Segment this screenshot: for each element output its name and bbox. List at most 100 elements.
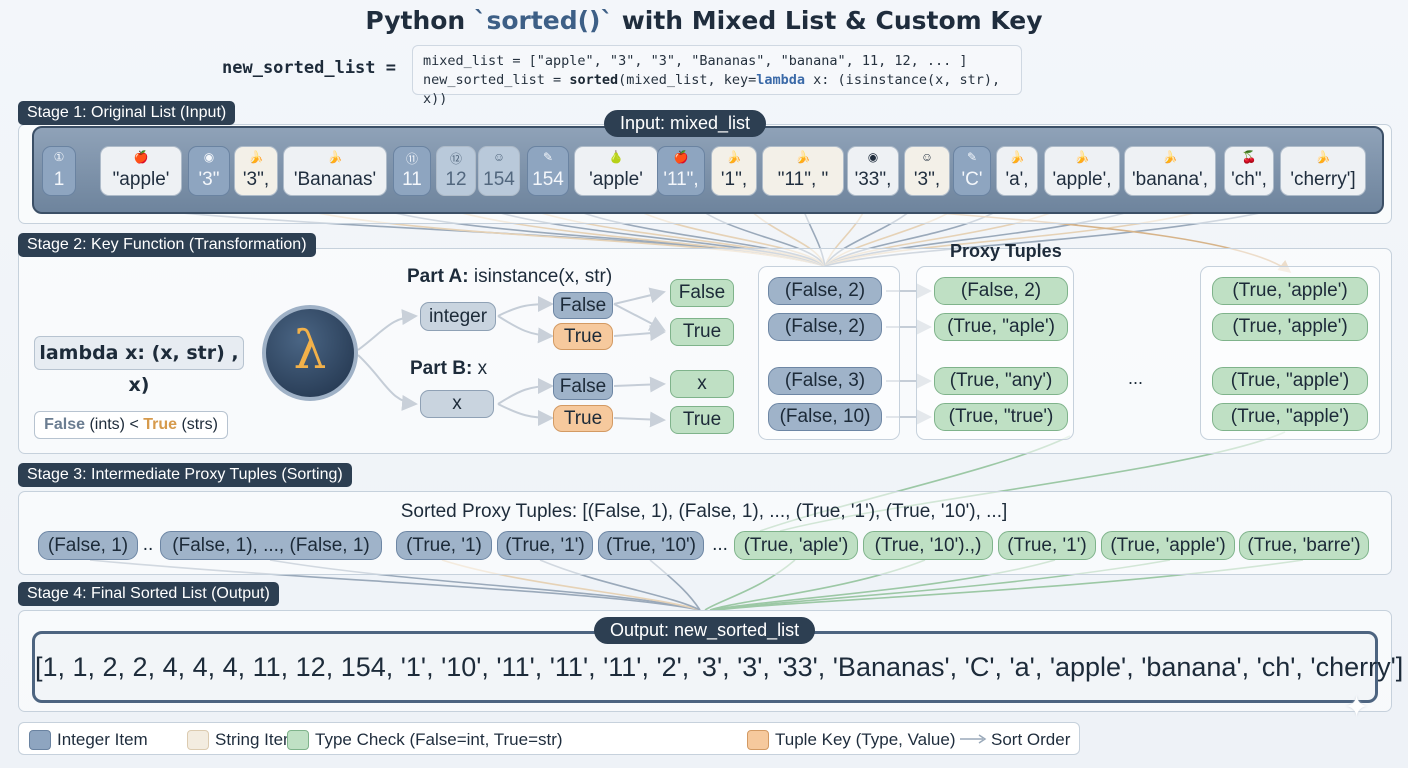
comparison-note: False (ints) < True (strs) bbox=[34, 411, 228, 439]
proxy-tuple: (True, "any') bbox=[934, 367, 1068, 395]
item-icon: 🍌 bbox=[795, 150, 811, 164]
input-list-item: ◉ '33", bbox=[847, 146, 899, 196]
cmp-end: (strs) bbox=[177, 416, 218, 433]
item-text: 'ch", bbox=[1231, 169, 1267, 190]
sorted-proxy-tuple: (True, '10').,) bbox=[863, 531, 993, 560]
cmp-true: True bbox=[143, 416, 178, 433]
cmp-false: False bbox=[44, 416, 85, 433]
item-text: '33", bbox=[854, 169, 892, 190]
part-b-out-x: x bbox=[670, 370, 734, 398]
item-icon: 🍌 bbox=[1315, 150, 1331, 164]
proxy-tuple: (True, "true') bbox=[934, 403, 1068, 431]
x-node: x bbox=[420, 390, 494, 418]
part-b-label: Part B: bbox=[410, 358, 473, 379]
item-icon: 🍎 bbox=[133, 150, 149, 164]
tuple-separator: .. bbox=[142, 534, 154, 555]
item-icon: ⑪ bbox=[405, 152, 418, 166]
item-icon: 🍌 bbox=[726, 150, 742, 164]
item-text: 'cherry'] bbox=[1290, 169, 1356, 190]
item-text: 'apple', bbox=[1052, 169, 1112, 190]
proxy-tuple: (False, 2) bbox=[768, 277, 882, 305]
item-icon: ◉ bbox=[203, 150, 215, 164]
part-b-expr: x bbox=[472, 358, 488, 379]
stage1-label: Stage 1: Original List (Input) bbox=[18, 101, 236, 125]
part-a-true: True bbox=[553, 323, 613, 350]
item-icon: 🍐 bbox=[608, 150, 624, 164]
proxy-ellipsis: ... bbox=[1128, 368, 1144, 388]
part-b-false: False bbox=[553, 373, 613, 400]
item-icon: 🍎 bbox=[673, 150, 689, 164]
item-icon: 🍌 bbox=[1074, 150, 1090, 164]
proxy-tuples-title: Proxy Tuples bbox=[950, 241, 1062, 261]
sorted-proxy-heading: Sorted Proxy Tuples: [(False, 1), (False… bbox=[400, 501, 1008, 522]
proxy-tuple: (True, "apple') bbox=[1212, 367, 1368, 395]
item-text: 154 bbox=[532, 169, 564, 190]
part-a-out-false: False bbox=[670, 279, 734, 307]
input-list-item: 🍌 '1", bbox=[711, 146, 757, 196]
legend-string-swatch bbox=[187, 730, 209, 750]
input-list-item: 🍎 "apple' bbox=[100, 146, 182, 196]
output-pill: Output: new_sorted_list bbox=[594, 617, 816, 644]
sorted-proxy-tuple: (True, '10') bbox=[598, 531, 704, 560]
proxy-tuple: (False, 10) bbox=[768, 403, 882, 431]
item-icon: ☺ bbox=[492, 150, 506, 164]
sorted-proxy-tuple: (True, 'barre') bbox=[1239, 531, 1369, 560]
part-b-true: True bbox=[553, 405, 613, 432]
cmp-mid: (ints) < bbox=[85, 416, 144, 433]
item-text: '3" bbox=[198, 169, 220, 190]
stage2-label: Stage 2: Key Function (Transformation) bbox=[18, 233, 316, 257]
input-list-item: ⑪ 11 bbox=[393, 146, 431, 196]
part-a-false: False bbox=[553, 292, 613, 319]
item-icon: ✎ bbox=[966, 150, 978, 164]
input-pill: Input: mixed_list bbox=[604, 110, 767, 137]
input-list-item: 🍌 'apple', bbox=[1044, 146, 1120, 196]
legend-sortorder: Sort Order bbox=[991, 730, 1071, 749]
input-list-item: 🍒 'ch", bbox=[1224, 146, 1274, 196]
proxy-tuple: (True, 'apple') bbox=[1212, 277, 1368, 305]
part-a-label: Part A: bbox=[407, 266, 469, 287]
sorted-proxy-tuple: (True, '1') bbox=[998, 531, 1096, 560]
input-list-item: ☺ '3", bbox=[904, 146, 950, 196]
item-icon: ① bbox=[53, 150, 65, 164]
input-list-item: ✎ 'C' bbox=[953, 146, 991, 196]
stage4-label: Stage 4: Final Sorted List (Output) bbox=[18, 582, 279, 606]
input-list-item: 🍌 'banana', bbox=[1124, 146, 1216, 196]
part-a-out-true: True bbox=[670, 318, 734, 346]
proxy-tuple: (True, "apple') bbox=[1212, 403, 1368, 431]
legend: Integer Item String Item Type Check (Fal… bbox=[18, 722, 1080, 755]
proxy-tuple: (False, 3) bbox=[768, 367, 882, 395]
input-list-item: 🍌 'Bananas' bbox=[283, 146, 387, 196]
sort-order-arrow-icon bbox=[960, 734, 987, 744]
sorted-proxy-tuple: (True, 'apple') bbox=[1101, 531, 1235, 560]
input-list-item: ⑫ 12 bbox=[436, 146, 476, 196]
lambda-icon: λ bbox=[262, 305, 358, 401]
integer-node: integer bbox=[420, 302, 496, 331]
part-a-expr: isinstance(x, str) bbox=[468, 266, 613, 287]
sorted-proxy-tuple: (True, '1') bbox=[497, 531, 593, 560]
lambda-label: lambda x: (x, str) , x) bbox=[34, 336, 244, 396]
item-text: 'Bananas' bbox=[293, 169, 377, 190]
stage3-label: Stage 3: Intermediate Proxy Tuples (Sort… bbox=[18, 463, 352, 487]
sparkle-icon: ✦ bbox=[1344, 691, 1370, 724]
item-text: '11", bbox=[663, 169, 699, 190]
item-icon: 🍌 bbox=[248, 150, 264, 164]
proxy-tuple: (True, "aple') bbox=[934, 313, 1068, 341]
legend-typecheck: Type Check (False=int, True=str) bbox=[315, 730, 563, 749]
part-a-title: Part A: isinstance(x, str) bbox=[407, 266, 612, 288]
item-icon: 🍌 bbox=[1009, 150, 1025, 164]
part-b-title: Part B: x bbox=[410, 358, 487, 380]
input-list-item: 🍌 "11", " bbox=[762, 146, 844, 196]
item-icon: 🍒 bbox=[1241, 150, 1257, 164]
input-list-item: 🍎 '11", bbox=[657, 146, 705, 196]
legend-string: String Item bbox=[215, 730, 298, 749]
item-text: '3", bbox=[242, 169, 270, 190]
item-text: "11", " bbox=[777, 169, 829, 190]
item-text: 'banana', bbox=[1132, 169, 1208, 190]
sorted-proxy-tuple: (False, 1) bbox=[38, 531, 138, 560]
sorted-proxy-tuple: (False, 1), ..., (False, 1) bbox=[160, 531, 382, 560]
input-list-item: 🍌 'a', bbox=[996, 146, 1038, 196]
sorted-proxy-tuple: (True, 'aple') bbox=[734, 531, 858, 560]
item-icon: ✎ bbox=[542, 150, 554, 164]
item-icon: ☺ bbox=[920, 150, 934, 164]
legend-tuplekey: Tuple Key (Type, Value) bbox=[775, 730, 956, 749]
